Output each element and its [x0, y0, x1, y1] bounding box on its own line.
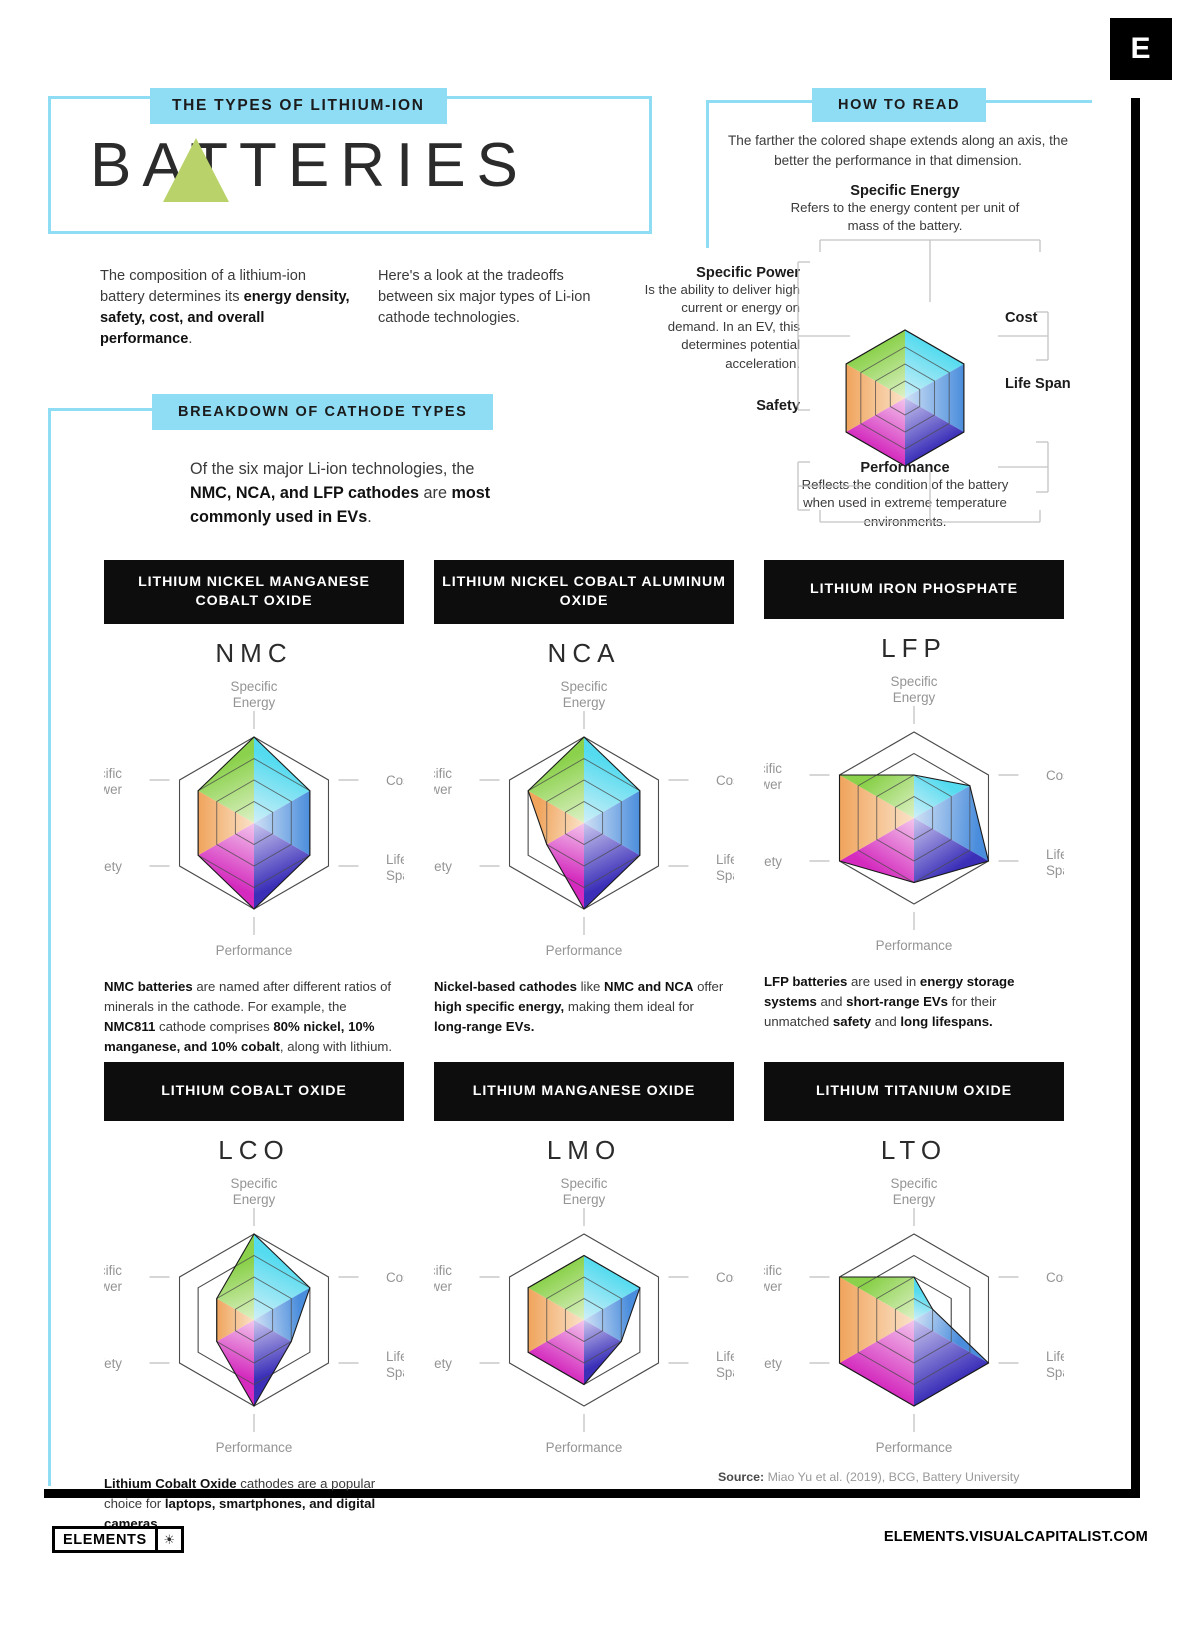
- svg-text:SpecificEnergy: Specific Energy: [891, 674, 938, 705]
- radar-chart-nmc: SpecificEnergy Cost LifeSpan Performance Saf…: [104, 671, 404, 971]
- svg-text:Performance: Performance: [546, 1440, 623, 1455]
- card-description: LFP batteries are used in energy storage…: [764, 974, 1015, 1029]
- cathode-card-lmo: LITHIUM MANGANESE OXIDE LMO Specific Ener…: [434, 1062, 734, 1474]
- card-description: Lithium Cobalt Oxide cathodes are a popu…: [104, 1476, 376, 1531]
- svg-text:Cost: Cost: [716, 1270, 734, 1285]
- svg-text:Performance: Performance: [546, 943, 623, 958]
- cathode-card-lfp: LITHIUM IRON PHOSPHATE LFP Specific Energ…: [764, 560, 1064, 1032]
- radar-chart-nca: SpecificEnergy Cost LifeSpan Performance Saf…: [434, 671, 734, 971]
- svg-text:SpecificPower: SpecificPower: [434, 1263, 453, 1294]
- source-label: Source:: [718, 1470, 765, 1484]
- svg-text:SpecificEnergy: Specific Energy: [891, 1176, 938, 1207]
- svg-text:SpecificPower: SpecificPower: [434, 766, 453, 797]
- svg-text:Cost: Cost: [1046, 768, 1064, 783]
- breakdown-frame-left: [48, 408, 51, 1486]
- svg-text:Safety: Safety: [434, 859, 452, 874]
- radar-chart-lco: SpecificEnergy Cost LifeSpan Performance Saf…: [104, 1168, 404, 1468]
- svg-text:SpecificEnergy: Specific Energy: [561, 1176, 608, 1207]
- card-title: LITHIUM IRON PHOSPHATE: [764, 560, 1064, 620]
- card-abbreviation: LMO: [546, 1135, 622, 1166]
- svg-text:SpecificPower: SpecificPower: [104, 1263, 123, 1294]
- card-title: LITHIUM COBALT OXIDE: [104, 1062, 404, 1122]
- svg-text:SpecificPower: SpecificPower: [764, 761, 783, 792]
- footer-url[interactable]: ELEMENTS.VISUALCAPITALIST.COM: [884, 1529, 1148, 1545]
- how-to-read-axis-specific-energy: Specific Energy Refers to the energy con…: [790, 183, 1020, 236]
- card-abbreviation: NCA: [547, 638, 621, 669]
- cathode-card-nca: LITHIUM NICKEL COBALT ALUMINUM OXIDE NCA…: [434, 560, 734, 1037]
- card-description: NMC batteries are named after different …: [104, 979, 393, 1054]
- source-note: Source: Miao Yu et al. (2019), BCG, Batt…: [718, 1470, 1019, 1484]
- card-abbreviation: LCO: [218, 1135, 290, 1166]
- infographic-page: E THE TYPES OF LITHIUM-ION BATTERIES The…: [0, 0, 1200, 1651]
- how-to-read-frame-left: [706, 100, 709, 248]
- card-abbreviation: LTO: [880, 1135, 948, 1166]
- svg-text:Safety: Safety: [104, 859, 122, 874]
- card-title: LITHIUM NICKEL COBALT ALUMINUM OXIDE: [434, 560, 734, 625]
- svg-text:LifeSpan: LifeSpan: [386, 852, 404, 883]
- svg-text:SpecificPower: SpecificPower: [764, 1263, 783, 1294]
- cathode-cards-row-1: LITHIUM NICKEL MANGANESE COBALT OXIDE NM…: [104, 560, 1104, 1062]
- svg-text:Cost: Cost: [386, 773, 404, 788]
- svg-text:Performance: Performance: [876, 1440, 953, 1455]
- svg-text:Safety: Safety: [104, 1356, 122, 1371]
- svg-text:Safety: Safety: [434, 1356, 452, 1371]
- cathode-card-lco: LITHIUM COBALT OXIDE LCO Specific Energy C…: [104, 1062, 404, 1534]
- svg-text:SpecificEnergy: Specific Energy: [231, 1176, 278, 1207]
- eyebrow-tag: THE TYPES OF LITHIUM-ION: [150, 88, 447, 124]
- how-to-read-tag: HOW TO READ: [812, 88, 987, 122]
- card-title: LITHIUM MANGANESE OXIDE: [434, 1062, 734, 1122]
- breakdown-tag: BREAKDOWN OF CATHODE TYPES: [152, 394, 494, 430]
- svg-text:Cost: Cost: [716, 773, 734, 788]
- svg-text:SpecificEnergy: Specific Energy: [561, 679, 608, 710]
- svg-text:LifeSpan: LifeSpan: [1046, 847, 1064, 878]
- svg-text:LifeSpan: LifeSpan: [386, 1349, 404, 1380]
- footer-brand-name: ELEMENTS: [63, 1531, 147, 1548]
- svg-text:SpecificPower: SpecificPower: [104, 766, 123, 797]
- card-description: Nickel-based cathodes like NMC and NCA o…: [434, 979, 724, 1034]
- svg-text:Safety: Safety: [764, 854, 782, 869]
- cathode-cards-row-2: LITHIUM COBALT OXIDE LCO Specific Energy C…: [104, 1062, 1104, 1564]
- card-abbreviation: LFP: [881, 633, 947, 664]
- axis-title: Specific Energy: [850, 183, 960, 199]
- svg-text:Cost: Cost: [1046, 1270, 1064, 1285]
- how-to-read-subtitle: The farther the colored shape extends al…: [727, 133, 1069, 168]
- card-title: LITHIUM TITANIUM OXIDE: [764, 1062, 1064, 1122]
- svg-text:Cost: Cost: [386, 1270, 404, 1285]
- radar-chart-lto: SpecificEnergy Cost LifeSpan Performance Saf…: [764, 1168, 1064, 1468]
- intro-paragraph-left: The composition of a lithium-ion battery…: [100, 268, 350, 348]
- svg-text:Performance: Performance: [216, 943, 293, 958]
- page-title: BATTERIES: [90, 131, 529, 200]
- svg-text:SpecificEnergy: Specific Energy: [231, 679, 278, 710]
- breakdown-subtitle: Of the six major Li-ion technologies, th…: [190, 460, 491, 526]
- triangle-logo-icon: [163, 138, 229, 202]
- radar-chart-lmo: SpecificEnergy Cost LifeSpan Performance Saf…: [434, 1168, 734, 1468]
- card-abbreviation: NMC: [215, 638, 293, 669]
- elements-logo-badge: E: [1110, 18, 1172, 80]
- cathode-cards-grid: LITHIUM NICKEL MANGANESE COBALT OXIDE NM…: [104, 560, 1104, 1564]
- source-text: Miao Yu et al. (2019), BCG, Battery Univ…: [767, 1470, 1020, 1484]
- breakdown-frame-top: [48, 408, 154, 411]
- card-title: LITHIUM NICKEL MANGANESE COBALT OXIDE: [104, 560, 404, 625]
- svg-text:Performance: Performance: [216, 1440, 293, 1455]
- footer-brand-badge[interactable]: ELEMENTS ☀: [52, 1526, 184, 1553]
- how-to-read-leader-lines: [797, 239, 1049, 523]
- globe-icon: ☀: [154, 1529, 181, 1550]
- logo-letter: E: [1130, 32, 1152, 65]
- svg-text:Safety: Safety: [764, 1356, 782, 1371]
- radar-chart-lfp: SpecificEnergy Cost LifeSpan Performance Saf…: [764, 666, 1064, 966]
- intro-paragraph-right: Here's a look at the tradeoffs between s…: [378, 268, 591, 327]
- svg-text:LifeSpan: LifeSpan: [716, 852, 734, 883]
- cathode-card-lto: LITHIUM TITANIUM OXIDE LTO Specific Energ…: [764, 1062, 1064, 1474]
- svg-text:LifeSpan: LifeSpan: [716, 1349, 734, 1380]
- cathode-card-nmc: LITHIUM NICKEL MANGANESE COBALT OXIDE NM…: [104, 560, 404, 1057]
- svg-text:LifeSpan: LifeSpan: [1046, 1349, 1064, 1380]
- svg-text:Performance: Performance: [876, 938, 953, 953]
